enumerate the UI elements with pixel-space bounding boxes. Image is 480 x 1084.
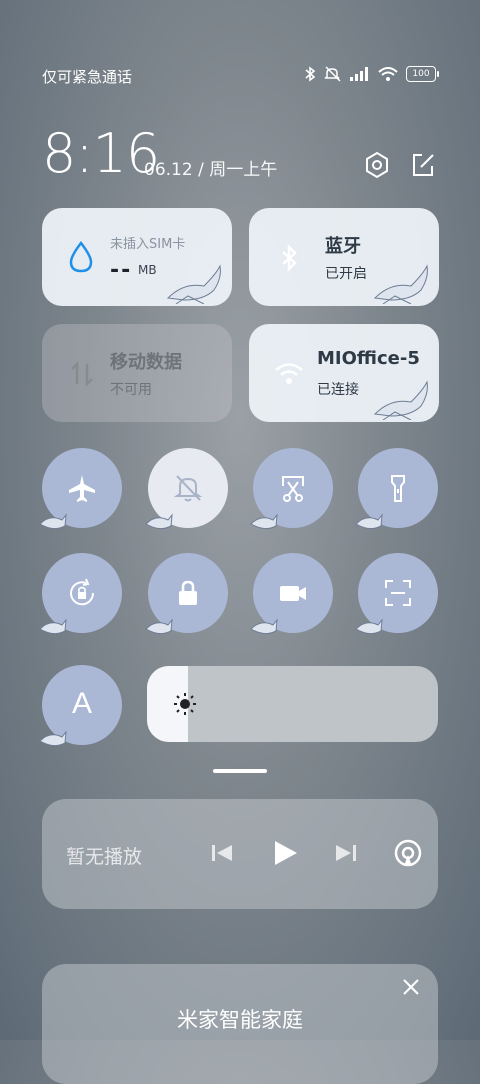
droplet-icon — [69, 240, 93, 273]
lock-screen-toggle[interactable] — [145, 553, 228, 635]
wifi-icon — [275, 363, 303, 384]
data-usage-unit: MB — [138, 263, 157, 277]
scissors-screenshot-icon — [282, 476, 304, 502]
fish-decoration-icon — [250, 513, 278, 530]
next-track-icon[interactable] — [330, 837, 362, 869]
flashlight-icon — [391, 475, 405, 502]
mute-toggle[interactable] — [145, 448, 228, 530]
mobile-data-status: 不可用 — [110, 382, 152, 398]
airplane-mode-toggle[interactable] — [39, 448, 122, 530]
smart-home-title: 米家智能家庭 — [177, 1008, 303, 1032]
lock-icon — [179, 580, 197, 605]
bluetooth-tile[interactable]: 蓝牙 已开启 — [249, 208, 439, 306]
airplane-icon — [69, 475, 95, 502]
fish-decoration-icon — [39, 618, 67, 635]
screen-record-toggle[interactable] — [250, 553, 333, 635]
auto-brightness-toggle[interactable]: A — [39, 665, 122, 747]
fish-decoration-icon — [39, 513, 67, 530]
fish-decoration-icon — [250, 618, 278, 635]
mute-status-icon — [324, 66, 341, 82]
auto-brightness-label: A — [71, 687, 92, 720]
video-camera-icon — [280, 586, 306, 601]
signal-icon — [350, 67, 368, 81]
close-icon[interactable] — [402, 978, 420, 996]
edit-icon[interactable] — [408, 150, 438, 180]
bluetooth-status-icon — [305, 66, 316, 82]
bluetooth-title: 蓝牙 — [325, 236, 361, 257]
bluetooth-icon — [282, 243, 297, 273]
whale-decoration-icon — [166, 264, 221, 304]
mobile-data-tile[interactable]: 移动数据 不可用 — [42, 324, 232, 422]
scanner-toggle[interactable] — [355, 553, 438, 635]
fish-decoration-icon — [355, 513, 383, 530]
date: 06.12 / 周一上午 — [144, 160, 278, 180]
media-label: 暂无播放 — [66, 846, 143, 868]
sim-label: 未插入SIM卡 — [110, 237, 186, 252]
rotation-lock-icon — [70, 578, 95, 606]
status-icons: 100 — [304, 66, 439, 82]
drag-handle[interactable] — [213, 769, 267, 773]
sim-card-tile[interactable]: 未插入SIM卡 -- MB — [42, 208, 232, 306]
battery-icon: 100 — [406, 66, 439, 82]
settings-icon[interactable] — [362, 150, 392, 180]
play-icon[interactable] — [269, 837, 301, 869]
carrier-status: 仅可紧急通话 — [42, 68, 133, 86]
media-player: 暂无播放 — [42, 799, 438, 909]
fish-decoration-icon — [145, 513, 173, 530]
scan-icon — [385, 580, 411, 606]
bluetooth-status: 已开启 — [325, 266, 367, 282]
wifi-title: MIOffice-5 — [317, 348, 420, 369]
cast-output-icon[interactable] — [392, 837, 424, 869]
clock: 8:16 — [42, 122, 160, 185]
wifi-status: 已连接 — [317, 382, 359, 398]
fish-decoration-icon — [355, 618, 383, 635]
previous-track-icon[interactable] — [206, 837, 238, 869]
mobile-data-title: 移动数据 — [110, 352, 182, 373]
brightness-slider[interactable] — [147, 666, 438, 742]
wifi-status-icon — [378, 67, 398, 81]
bell-off-icon — [173, 475, 203, 502]
whale-decoration-icon — [373, 380, 428, 420]
wifi-tile[interactable]: MIOffice-5 已连接 — [249, 324, 439, 422]
whale-decoration-icon — [373, 264, 428, 304]
fish-decoration-icon — [39, 730, 67, 747]
screenshot-toggle[interactable] — [250, 448, 333, 530]
auto-rotate-toggle[interactable] — [39, 553, 122, 635]
fish-decoration-icon — [145, 618, 173, 635]
smart-home-card[interactable]: 米家智能家庭 — [42, 964, 438, 1084]
data-usage-value: -- — [110, 258, 133, 283]
sun-icon — [174, 693, 196, 715]
flashlight-toggle[interactable] — [355, 448, 438, 530]
data-arrows-icon — [71, 360, 93, 388]
